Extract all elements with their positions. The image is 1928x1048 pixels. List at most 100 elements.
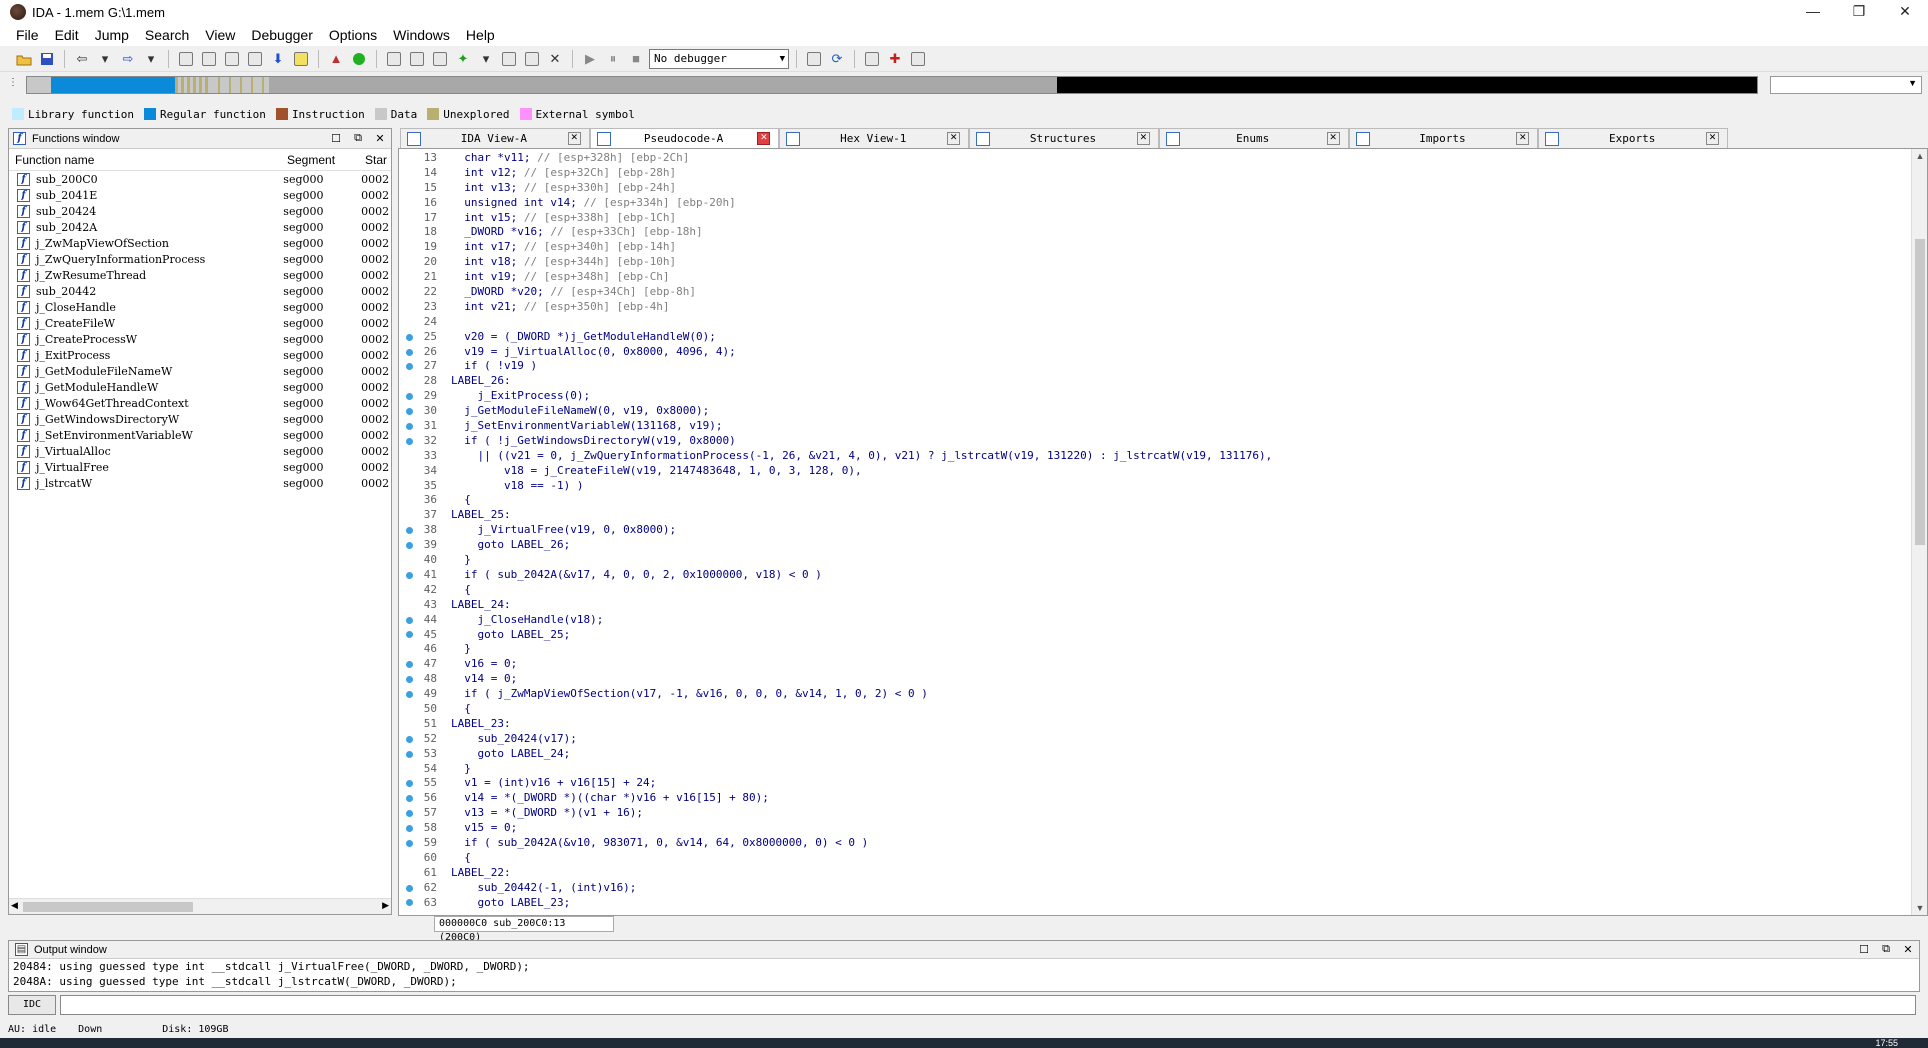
menu-file[interactable]: File [8, 27, 47, 43]
menu-help[interactable]: Help [458, 27, 503, 43]
panel-restore-icon[interactable]: ☐ [1853, 943, 1875, 956]
function-row[interactable]: f j_ExitProcess seg000 0002 [9, 347, 391, 363]
code-line[interactable]: 17 int v15; // [esp+338h] [ebp-1Ch] [399, 211, 1272, 226]
code-line[interactable]: 29 j_ExitProcess(0); [399, 389, 1272, 404]
gutter[interactable] [399, 553, 419, 568]
code-line[interactable]: 60 { [399, 851, 1272, 866]
breakpoint-dot-icon[interactable] [399, 434, 419, 449]
pause-icon[interactable]: ⏸ [603, 49, 623, 69]
segment-icon[interactable] [384, 49, 404, 69]
cross-icon[interactable]: ✕ [545, 49, 565, 69]
gutter[interactable] [399, 866, 419, 881]
gutter[interactable] [399, 508, 419, 523]
function-row[interactable]: f sub_2041E seg000 0002 [9, 187, 391, 203]
breakpoint-dot-icon[interactable] [399, 419, 419, 434]
code-line[interactable]: 15 int v13; // [esp+330h] [ebp-24h] [399, 181, 1272, 196]
search-immediate-icon[interactable] [222, 49, 242, 69]
code-line[interactable]: 19 int v17; // [esp+340h] [ebp-14h] [399, 240, 1272, 255]
breakpoint-dot-icon[interactable] [399, 881, 419, 896]
attach-icon[interactable] [804, 49, 824, 69]
function-row[interactable]: f j_GetModuleHandleW seg000 0002 [9, 379, 391, 395]
play-icon[interactable]: ▶ [580, 49, 600, 69]
code-line[interactable]: 56 v14 = *(_DWORD *)((char *)v16 + v16[1… [399, 791, 1272, 806]
gutter[interactable] [399, 240, 419, 255]
scroll-down-icon[interactable]: ▼ [1912, 903, 1927, 913]
breakpoint-dot-icon[interactable] [399, 836, 419, 851]
code-line[interactable]: 46 } [399, 642, 1272, 657]
code-line[interactable]: 58 v15 = 0; [399, 821, 1272, 836]
function-icon[interactable] [430, 49, 450, 69]
function-row[interactable]: f j_CreateFileW seg000 0002 [9, 315, 391, 331]
pseudocode-vertical-scrollbar[interactable]: ▲ ▼ [1911, 149, 1927, 915]
breakpoint-dot-icon[interactable] [399, 657, 419, 672]
scrollbar-thumb[interactable] [1915, 239, 1925, 545]
debugger-select[interactable]: No debugger [649, 48, 789, 69]
breakpoint-list-icon[interactable] [862, 49, 882, 69]
function-row[interactable]: f j_ZwResumeThread seg000 0002 [9, 267, 391, 283]
gutter[interactable] [399, 762, 419, 777]
menu-debugger[interactable]: Debugger [243, 27, 321, 43]
code-line[interactable]: 30 j_GetModuleFileNameW(0, v19, 0x8000); [399, 404, 1272, 419]
patch-icon[interactable] [499, 49, 519, 69]
code-line[interactable]: 38 j_VirtualFree(v19, 0, 0x8000); [399, 523, 1272, 538]
refresh-icon[interactable]: ⟳ [827, 49, 847, 69]
add-breakpoint-icon[interactable]: ✚ [885, 49, 905, 69]
code-line[interactable]: 34 v18 = j_CreateFileW(v19, 2147483648, … [399, 464, 1272, 479]
code-line[interactable]: 35 v18 == -1) ) [399, 479, 1272, 494]
gutter[interactable] [399, 196, 419, 211]
scroll-up-icon[interactable]: ▲ [1912, 151, 1927, 161]
code-line[interactable]: 24 [399, 315, 1272, 330]
code-line[interactable]: 53 goto LABEL_24; [399, 747, 1272, 762]
delete-breakpoint-icon[interactable] [908, 49, 928, 69]
code-line[interactable]: 23 int v21; // [esp+350h] [ebp-4h] [399, 300, 1272, 315]
scroll-right-icon[interactable]: ▶ [382, 900, 389, 911]
function-row[interactable]: f sub_20442 seg000 0002 [9, 283, 391, 299]
column-start[interactable]: Star [359, 153, 389, 167]
breakpoint-dot-icon[interactable] [399, 523, 419, 538]
gutter[interactable] [399, 285, 419, 300]
plugin-icon[interactable] [522, 49, 542, 69]
stop-icon[interactable]: ■ [626, 49, 646, 69]
breakpoint-dot-icon[interactable] [399, 806, 419, 821]
search-binary-icon[interactable] [176, 49, 196, 69]
maximize-button[interactable]: ❐ [1836, 0, 1882, 24]
close-button[interactable]: ✕ [1882, 0, 1928, 24]
breakpoint-dot-icon[interactable] [399, 613, 419, 628]
code-line[interactable]: 32 if ( !j_GetWindowsDirectoryW(v19, 0x8… [399, 434, 1272, 449]
tab-ida-view-a[interactable]: IDA View-A ✕ [400, 128, 590, 148]
gutter[interactable] [399, 702, 419, 717]
code-line[interactable]: 21 int v19; // [esp+348h] [ebp-Ch] [399, 270, 1272, 285]
breakpoint-dot-icon[interactable] [399, 791, 419, 806]
code-line[interactable]: 41 if ( sub_2042A(&v17, 4, 0, 0, 2, 0x10… [399, 568, 1272, 583]
breakpoint-dot-icon[interactable] [399, 538, 419, 553]
menu-options[interactable]: Options [321, 27, 385, 43]
tab-imports[interactable]: Imports ✕ [1348, 128, 1539, 148]
code-line[interactable]: 45 goto LABEL_25; [399, 628, 1272, 643]
menu-view[interactable]: View [197, 27, 243, 43]
command-input[interactable] [60, 995, 1916, 1015]
gutter[interactable] [399, 270, 419, 285]
code-line[interactable]: 55 v1 = (int)v16 + v16[15] + 24; [399, 776, 1272, 791]
gutter[interactable] [399, 583, 419, 598]
breakpoint-dot-icon[interactable] [399, 687, 419, 702]
panel-float-icon[interactable]: ⧉ [347, 132, 369, 145]
xref-icon[interactable]: ✦ [453, 49, 473, 69]
tab-close-icon[interactable]: ✕ [1706, 132, 1720, 145]
graph-icon[interactable]: ▲ [326, 49, 346, 69]
function-row[interactable]: f j_SetEnvironmentVariableW seg000 0002 [9, 427, 391, 443]
breakpoint-dot-icon[interactable] [399, 389, 419, 404]
code-line[interactable]: 14 int v12; // [esp+32Ch] [ebp-28h] [399, 166, 1272, 181]
gutter[interactable] [399, 479, 419, 494]
function-row[interactable]: f j_VirtualAlloc seg000 0002 [9, 443, 391, 459]
gutter[interactable] [399, 374, 419, 389]
breakpoint-dot-icon[interactable] [399, 732, 419, 747]
code-line[interactable]: 62 sub_20442(-1, (int)v16); [399, 881, 1272, 896]
gutter[interactable] [399, 166, 419, 181]
menu-search[interactable]: Search [137, 27, 197, 43]
gutter[interactable] [399, 211, 419, 226]
gutter[interactable] [399, 642, 419, 657]
minimize-button[interactable]: — [1790, 0, 1836, 24]
tab-close-icon[interactable]: ✕ [947, 132, 961, 145]
function-row[interactable]: f j_Wow64GetThreadContext seg000 0002 [9, 395, 391, 411]
breakpoint-dot-icon[interactable] [399, 896, 419, 911]
